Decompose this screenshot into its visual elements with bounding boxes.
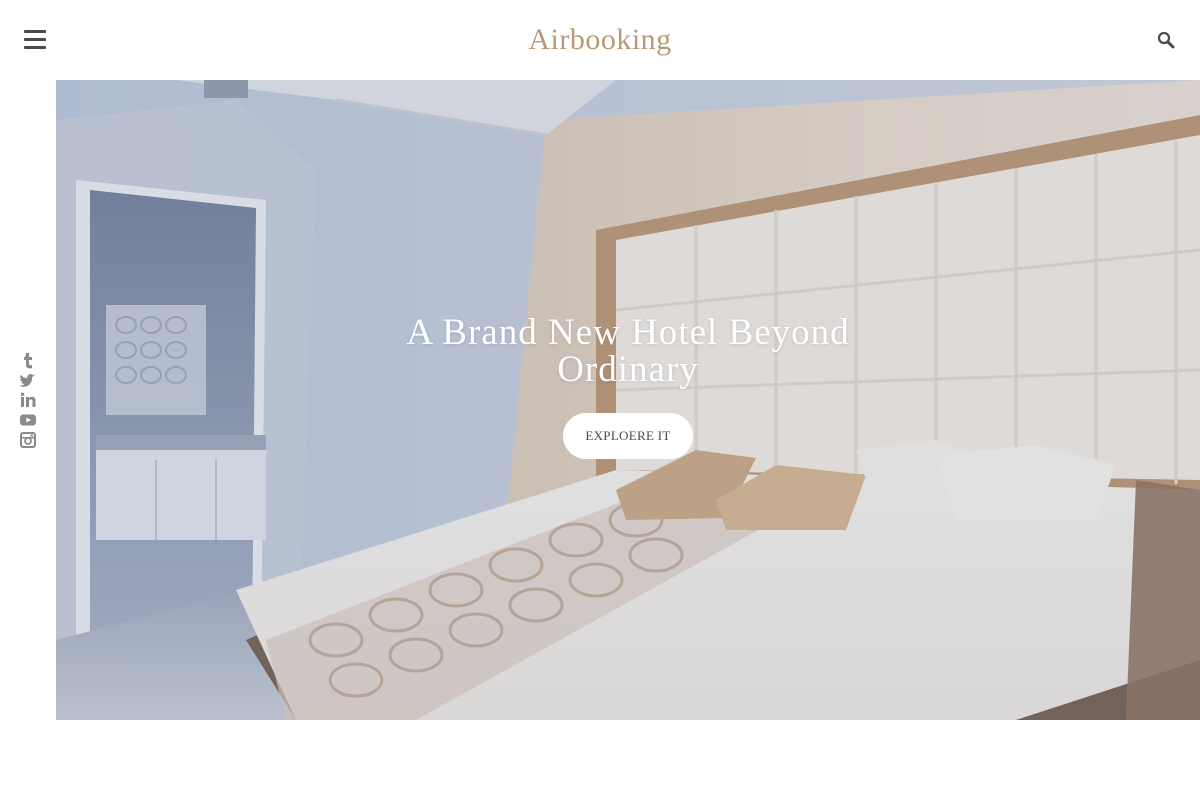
search-icon[interactable]	[1157, 31, 1175, 49]
hero-title: A Brand New Hotel Beyond Ordinary	[406, 312, 850, 390]
site-logo[interactable]: Airbooking	[0, 20, 1200, 60]
hero-bedroom-image	[56, 80, 1200, 720]
hero-banner: A Brand New Hotel Beyond Ordinary EXPLOE…	[56, 80, 1200, 720]
logo-link[interactable]: Airbooking	[528, 23, 671, 56]
linkedin-icon[interactable]	[18, 390, 38, 410]
tumblr-icon[interactable]	[18, 350, 38, 370]
site-header: Airbooking	[0, 0, 1200, 80]
twitter-icon[interactable]	[18, 370, 38, 390]
instagram-icon[interactable]	[18, 430, 38, 450]
explore-button[interactable]: EXPLOERE IT	[563, 413, 693, 459]
youtube-icon[interactable]	[18, 410, 38, 430]
social-links	[18, 350, 38, 450]
